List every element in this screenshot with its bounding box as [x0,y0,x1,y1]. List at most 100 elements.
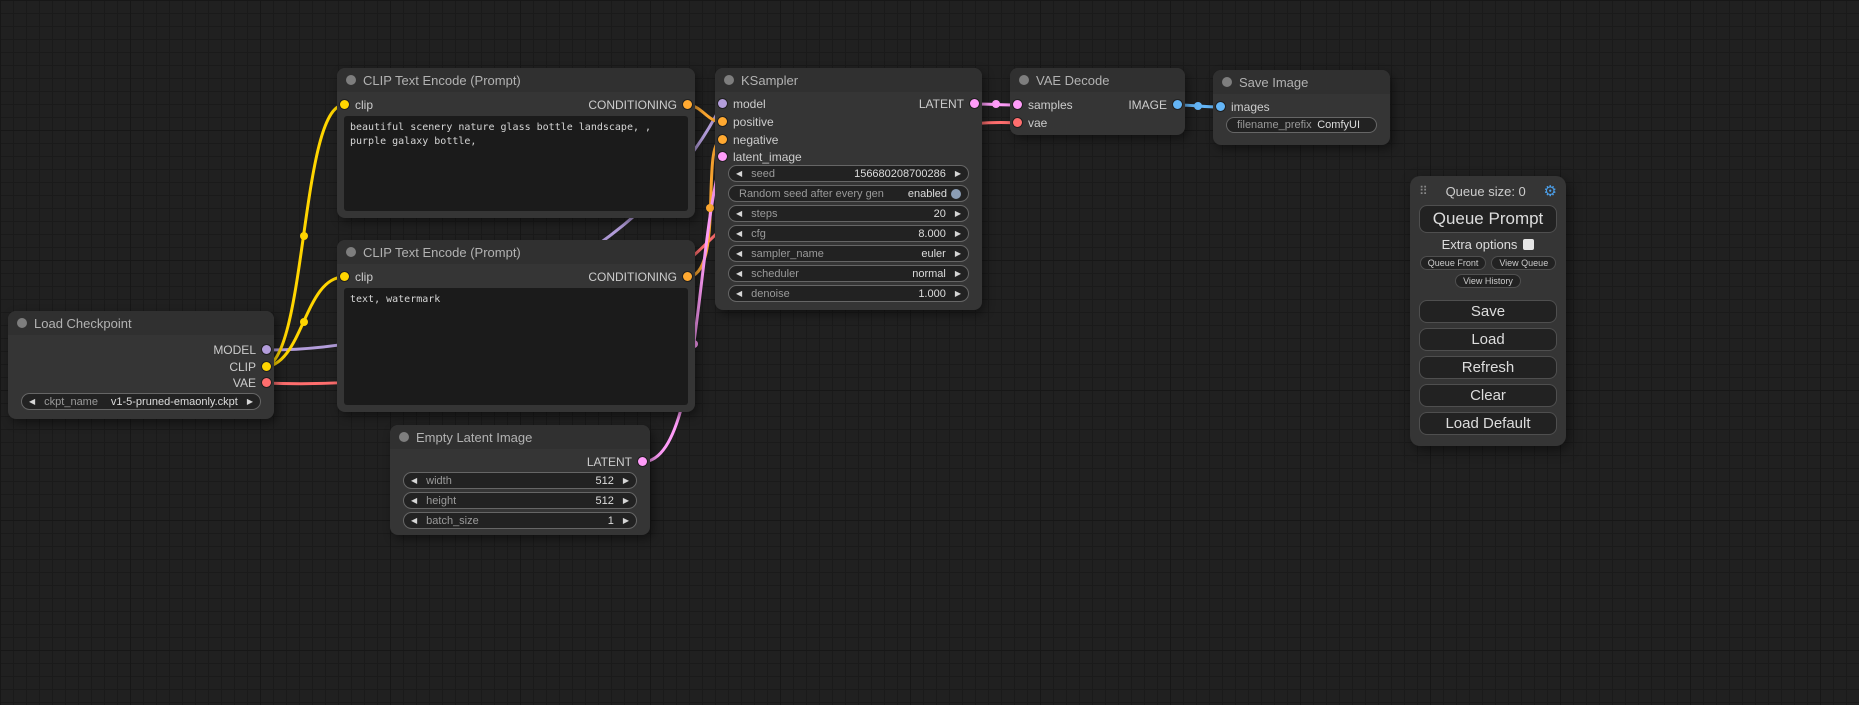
vae-output-dot[interactable] [262,378,271,387]
load-default-button[interactable]: Load Default [1419,412,1557,435]
node-titlebar[interactable]: Empty Latent Image [390,425,650,449]
images-input-dot[interactable] [1216,102,1225,111]
slot-label: clip [355,98,373,112]
queue-front-button[interactable]: Queue Front [1420,256,1487,270]
clip-output-dot[interactable] [262,362,271,371]
negative-input-dot[interactable] [718,135,727,144]
cfg-widget[interactable]: ◀ cfg 8.000 ▶ [728,225,969,242]
output-slot-vae: VAE [233,374,274,391]
filename-prefix-widget[interactable]: filename_prefix ComfyUI [1226,117,1377,133]
latent-output-dot[interactable] [638,457,647,466]
seed-widget[interactable]: ◀ seed 156680208700286 ▶ [728,165,969,182]
increment-icon[interactable]: ▶ [955,170,961,178]
node-collapse-icon[interactable] [1222,77,1232,87]
steps-widget[interactable]: ◀ steps 20 ▶ [728,205,969,222]
extra-options-checkbox[interactable] [1523,239,1534,250]
node-titlebar[interactable]: VAE Decode [1010,68,1185,92]
denoise-widget[interactable]: ◀ denoise 1.000 ▶ [728,285,969,302]
increment-icon[interactable]: ▶ [955,210,961,218]
width-widget[interactable]: ◀ width 512 ▶ [403,472,637,489]
increment-icon[interactable]: ▶ [955,250,961,258]
node-empty-latent-image[interactable]: Empty Latent Image LATENT ◀ width 512 ▶ … [390,425,650,535]
node-collapse-icon[interactable] [17,318,27,328]
node-titlebar[interactable]: Save Image [1213,70,1390,94]
node-collapse-icon[interactable] [346,247,356,257]
node-collapse-icon[interactable] [1019,75,1029,85]
queue-prompt-button[interactable]: Queue Prompt [1419,205,1557,233]
node-clip-text-encode-positive[interactable]: CLIP Text Encode (Prompt) clip CONDITION… [337,68,695,218]
model-input-dot[interactable] [718,99,727,108]
image-output-dot[interactable] [1173,100,1182,109]
node-vae-decode[interactable]: VAE Decode samples vae IMAGE [1010,68,1185,135]
clip-input-dot[interactable] [340,272,349,281]
clear-button[interactable]: Clear [1419,384,1557,407]
increment-icon[interactable]: ▶ [623,477,629,485]
positive-prompt-textarea[interactable]: beautiful scenery nature glass bottle la… [344,116,688,211]
node-collapse-icon[interactable] [346,75,356,85]
ckpt-name-widget[interactable]: ◀ ckpt_name v1-5-pruned-emaonly.ckpt ▶ [21,393,261,410]
menu-header: ⠿ Queue size: 0 ⚙ [1419,182,1557,200]
node-load-checkpoint[interactable]: Load Checkpoint MODEL CLIP VAE ◀ ckpt_na… [8,311,274,419]
node-title: CLIP Text Encode (Prompt) [363,245,521,260]
decrement-icon[interactable]: ◀ [29,398,35,406]
node-title: Load Checkpoint [34,316,132,331]
random-seed-toggle-widget[interactable]: Random seed after every gen enabled [728,185,969,202]
load-button[interactable]: Load [1419,328,1557,351]
widget-value: 1 [608,515,614,527]
conditioning-output-dot[interactable] [683,272,692,281]
node-collapse-icon[interactable] [399,432,409,442]
refresh-button[interactable]: Refresh [1419,356,1557,379]
node-titlebar[interactable]: KSampler [715,68,982,92]
node-ksampler[interactable]: KSampler model positive negative latent_… [715,68,982,310]
widget-label: batch_size [426,515,479,527]
output-slot-conditioning: CONDITIONING [588,268,695,285]
scheduler-widget[interactable]: ◀ scheduler normal ▶ [728,265,969,282]
conditioning-output-dot[interactable] [683,100,692,109]
extra-options-label: Extra options [1442,237,1518,252]
increment-icon[interactable]: ▶ [623,517,629,525]
view-queue-button[interactable]: View Queue [1491,256,1556,270]
output-slot-latent: LATENT [587,453,650,470]
node-titlebar[interactable]: Load Checkpoint [8,311,274,335]
decrement-icon[interactable]: ◀ [411,477,417,485]
latent-output-dot[interactable] [970,99,979,108]
slot-label: IMAGE [1128,98,1167,112]
node-clip-text-encode-negative[interactable]: CLIP Text Encode (Prompt) clip CONDITION… [337,240,695,412]
height-widget[interactable]: ◀ height 512 ▶ [403,492,637,509]
positive-input-dot[interactable] [718,117,727,126]
view-history-button[interactable]: View History [1455,274,1521,288]
decrement-icon[interactable]: ◀ [411,497,417,505]
output-slot-conditioning: CONDITIONING [588,96,695,113]
decrement-icon[interactable]: ◀ [736,230,742,238]
node-titlebar[interactable]: CLIP Text Encode (Prompt) [337,68,695,92]
settings-gear-icon[interactable]: ⚙ [1544,182,1557,200]
decrement-icon[interactable]: ◀ [736,250,742,258]
vae-input-dot[interactable] [1013,118,1022,127]
widget-value: 8.000 [918,228,946,240]
sampler-name-widget[interactable]: ◀ sampler_name euler ▶ [728,245,969,262]
increment-icon[interactable]: ▶ [623,497,629,505]
increment-icon[interactable]: ▶ [247,398,253,406]
toggle-knob-icon[interactable] [951,189,961,199]
clip-input-dot[interactable] [340,100,349,109]
node-save-image[interactable]: Save Image images filename_prefix ComfyU… [1213,70,1390,145]
model-output-dot[interactable] [262,345,271,354]
increment-icon[interactable]: ▶ [955,270,961,278]
batch-size-widget[interactable]: ◀ batch_size 1 ▶ [403,512,637,529]
node-titlebar[interactable]: CLIP Text Encode (Prompt) [337,240,695,264]
latent-image-input-dot[interactable] [718,152,727,161]
decrement-icon[interactable]: ◀ [736,270,742,278]
save-button[interactable]: Save [1419,300,1557,323]
input-slot-negative: negative [715,131,778,148]
samples-input-dot[interactable] [1013,100,1022,109]
decrement-icon[interactable]: ◀ [736,210,742,218]
decrement-icon[interactable]: ◀ [411,517,417,525]
negative-prompt-textarea[interactable]: text, watermark [344,288,688,405]
menu-drag-handle-icon[interactable]: ⠿ [1419,184,1428,198]
increment-icon[interactable]: ▶ [955,290,961,298]
decrement-icon[interactable]: ◀ [736,290,742,298]
node-collapse-icon[interactable] [724,75,734,85]
increment-icon[interactable]: ▶ [955,230,961,238]
decrement-icon[interactable]: ◀ [736,170,742,178]
graph-canvas[interactable]: Load Checkpoint MODEL CLIP VAE ◀ ckpt_na… [0,0,1859,705]
